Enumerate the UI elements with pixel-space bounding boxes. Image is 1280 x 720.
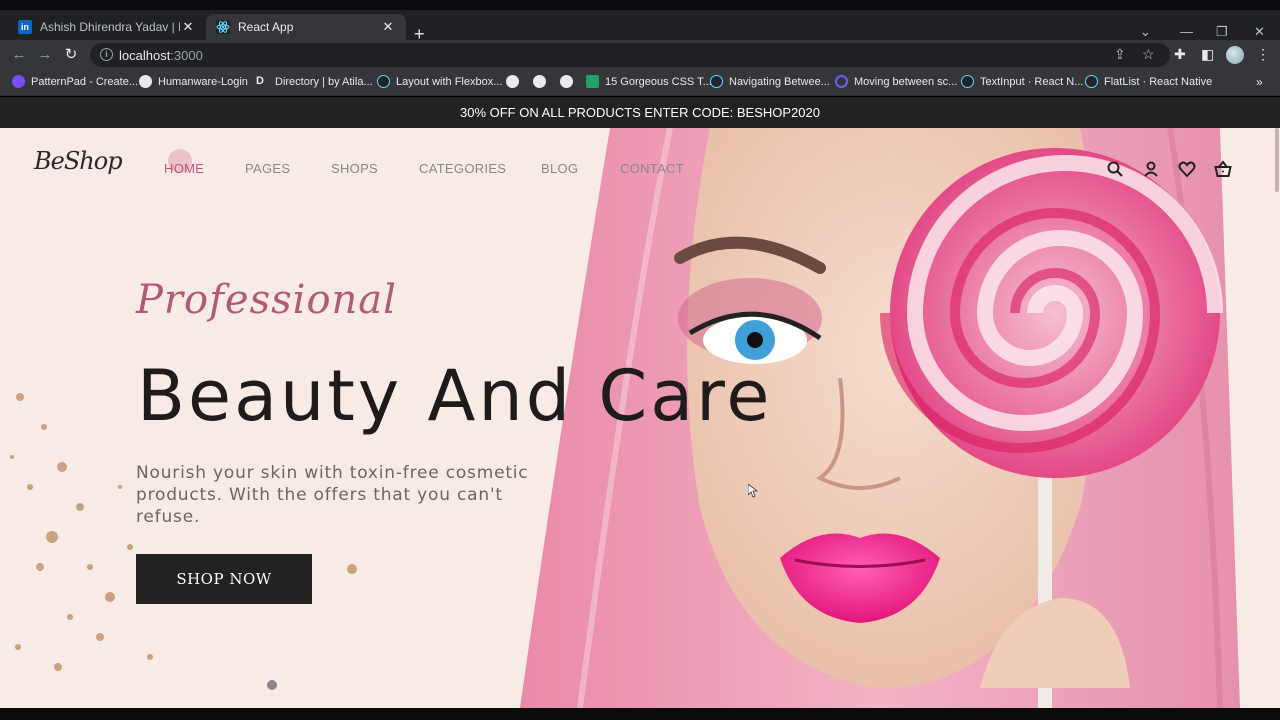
- bookmark-item[interactable]: Moving between sc...: [835, 75, 957, 88]
- mouse-cursor-icon: [748, 484, 758, 498]
- search-icon[interactable]: [1106, 160, 1124, 178]
- patternpad-icon: [12, 75, 25, 88]
- react-icon: [1085, 75, 1098, 88]
- green-doc-icon: [586, 75, 599, 88]
- tab-react-app[interactable]: React App ✕: [206, 14, 406, 40]
- menu-icon[interactable]: ⋮: [1256, 46, 1270, 63]
- globe-icon: [139, 75, 152, 88]
- hero-subtitle: Nourish your skin with toxin-free cosmet…: [136, 462, 556, 528]
- tab-title: Ashish Dhirendra Yadav | Linkedl: [40, 20, 180, 34]
- nav-contact[interactable]: CONTACT: [620, 161, 684, 176]
- bookmarks-bar: PatternPad - Create... Humanware-Login D…: [0, 70, 1280, 96]
- browser-tab-strip: in Ashish Dhirendra Yadav | Linkedl ✕ Re…: [0, 10, 1280, 44]
- page-scrollbar[interactable]: [1275, 128, 1279, 192]
- nav-shops[interactable]: SHOPS: [331, 161, 378, 176]
- bookmark-star-icon[interactable]: ☆: [1142, 46, 1155, 63]
- browser-toolbar: ← → ↻ i localhost:3000 ⇪ ☆ ✚ ◧ ⋮: [0, 40, 1280, 70]
- hero-script-text: Professional: [136, 277, 397, 323]
- bookmark-item[interactable]: PatternPad - Create...: [12, 75, 138, 88]
- bookmark-item[interactable]: FlatList · React Native: [1085, 75, 1212, 88]
- d-letter-icon: D: [256, 75, 264, 87]
- bookmark-item[interactable]: D Directory | by Atila...: [256, 75, 373, 88]
- bookmark-item[interactable]: [506, 75, 525, 88]
- promo-banner: 30% OFF ON ALL PRODUCTS ENTER CODE: BESH…: [0, 97, 1280, 128]
- back-icon[interactable]: ←: [10, 46, 28, 64]
- extensions-icon[interactable]: ✚: [1174, 46, 1186, 63]
- forward-icon[interactable]: →: [36, 46, 54, 64]
- close-icon[interactable]: ✕: [180, 19, 196, 35]
- globe-icon: [506, 75, 519, 88]
- site-logo[interactable]: BeShop: [34, 147, 123, 175]
- bookmark-item[interactable]: Layout with Flexbox...: [377, 75, 502, 88]
- react-icon: [710, 75, 723, 88]
- side-panel-icon[interactable]: ◧: [1201, 46, 1214, 63]
- react-icon: [377, 75, 390, 88]
- nav-pages[interactable]: PAGES: [245, 161, 290, 176]
- hero-headline: Beauty And Care: [137, 355, 773, 437]
- site-info-icon[interactable]: i: [100, 48, 113, 61]
- address-bar[interactable]: i localhost:3000 ⇪ ☆: [90, 43, 1170, 67]
- bookmark-item[interactable]: [533, 75, 552, 88]
- react-icon: [961, 75, 974, 88]
- bookmark-item[interactable]: TextInput · React N...: [961, 75, 1083, 88]
- tab-search-icon[interactable]: ⌄: [1140, 24, 1151, 40]
- nav-home[interactable]: HOME: [164, 161, 204, 176]
- nav-blog[interactable]: BLOG: [541, 161, 578, 176]
- bookmark-item[interactable]: Navigating Betwee...: [710, 75, 830, 88]
- screen-top-border: [0, 0, 1280, 10]
- nav-categories[interactable]: CATEGORIES: [419, 161, 506, 176]
- profile-avatar[interactable]: [1226, 46, 1244, 64]
- bookmark-item[interactable]: 15 Gorgeous CSS T...: [586, 75, 712, 88]
- heart-icon[interactable]: [1178, 160, 1196, 178]
- user-icon[interactable]: [1142, 160, 1160, 178]
- reload-icon[interactable]: ↻: [62, 46, 80, 64]
- webpage: 30% OFF ON ALL PRODUCTS ENTER CODE: BESH…: [0, 97, 1280, 708]
- bookmark-item[interactable]: [560, 75, 579, 88]
- bookmark-item[interactable]: Humanware-Login: [139, 75, 248, 88]
- spinner-icon: [835, 75, 848, 88]
- hero-subtitle-line: Nourish your skin with toxin-free cosmet…: [136, 463, 529, 483]
- screen-bottom-border: [0, 708, 1280, 720]
- globe-icon: [560, 75, 573, 88]
- restore-icon[interactable]: ❐: [1216, 24, 1228, 40]
- minimize-icon[interactable]: —: [1180, 24, 1193, 39]
- close-icon[interactable]: ✕: [380, 19, 396, 35]
- tab-linkedin[interactable]: in Ashish Dhirendra Yadav | Linkedl ✕: [8, 14, 206, 40]
- hero-subtitle-line: products. With the offers that you can't…: [136, 485, 503, 527]
- share-icon[interactable]: ⇪: [1114, 46, 1126, 63]
- tab-title: React App: [238, 20, 294, 34]
- close-window-icon[interactable]: ✕: [1254, 24, 1265, 40]
- more-bookmarks-icon[interactable]: »: [1256, 75, 1263, 89]
- shop-now-button[interactable]: SHOP NOW: [136, 554, 312, 604]
- globe-icon: [533, 75, 546, 88]
- url-text[interactable]: localhost:3000: [119, 48, 203, 63]
- basket-icon[interactable]: [1214, 160, 1232, 178]
- react-icon: [216, 20, 230, 34]
- linkedin-icon: in: [18, 20, 32, 34]
